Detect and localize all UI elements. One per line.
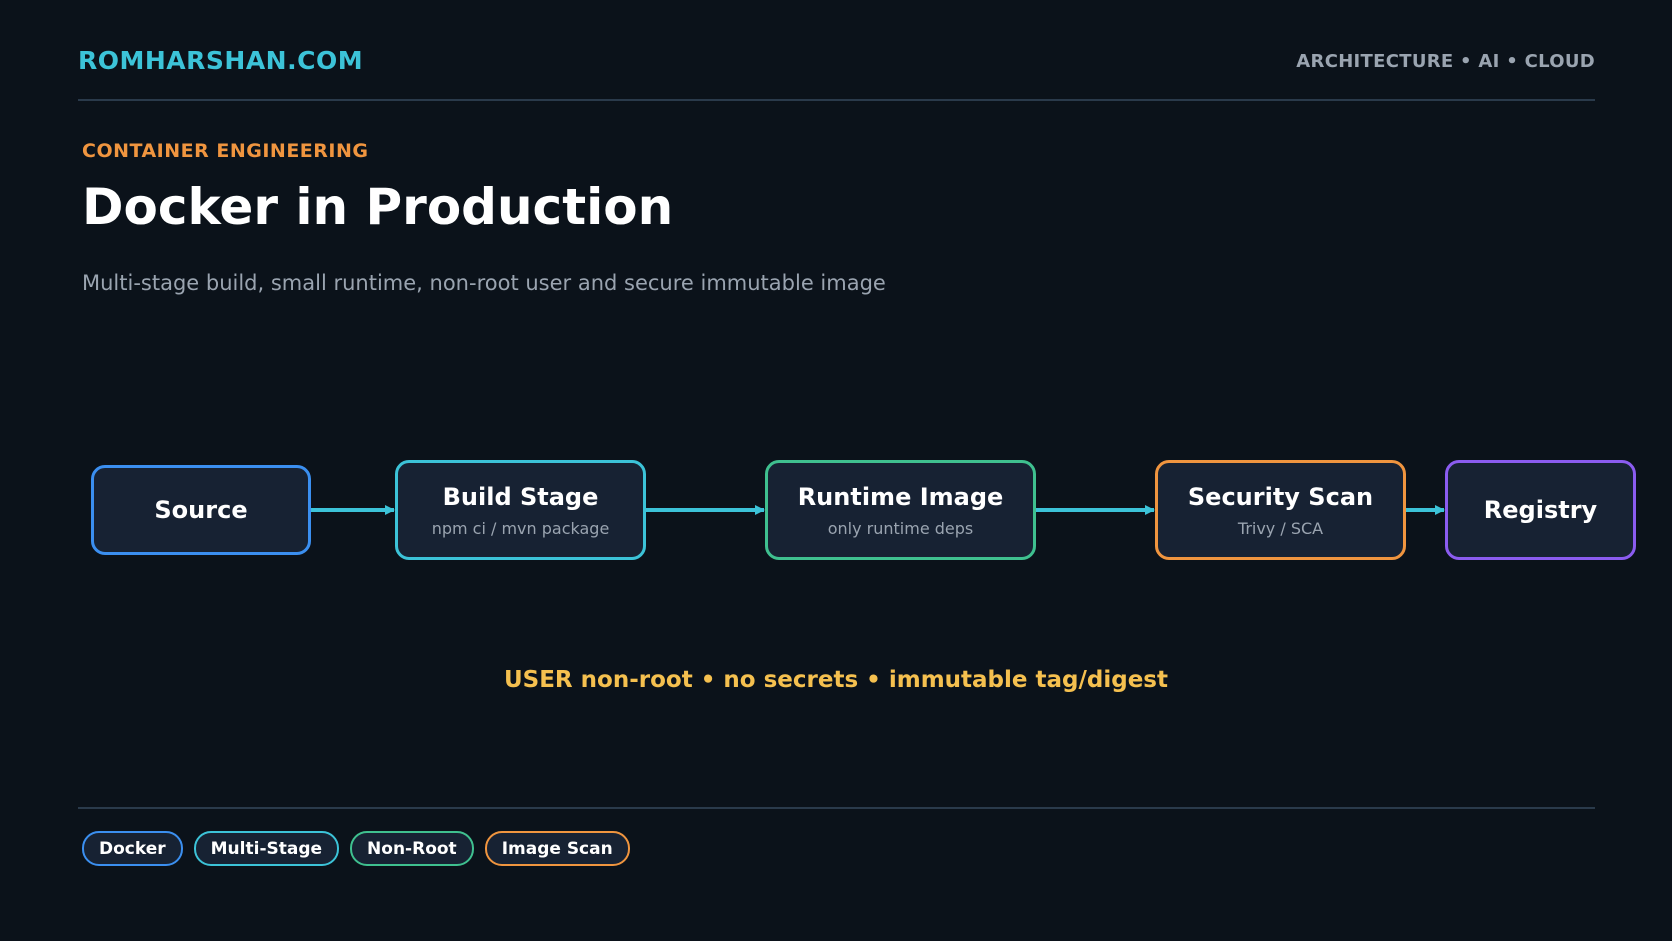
section-kicker: CONTAINER ENGINEERING [82, 140, 369, 162]
pipeline-node-registry: Registry [1445, 460, 1636, 560]
footer-divider [78, 807, 1595, 809]
tag-chip-multi-stage[interactable]: Multi-Stage [193, 831, 340, 866]
pipeline-node-runtime-image: Runtime Image only runtime deps [765, 460, 1036, 560]
topics-label: ARCHITECTURE • AI • CLOUD [1296, 51, 1595, 72]
tag-chip-non-root[interactable]: Non-Root [350, 831, 474, 866]
pipeline-node-source: Source [91, 465, 311, 555]
pipeline-node-caption: npm ci / mvn package [431, 518, 610, 538]
slide: ROMHARSHAN.COM ARCHITECTURE • AI • CLOUD… [0, 0, 1672, 941]
pipeline-node-caption: Trivy / SCA [1237, 518, 1324, 538]
page-subtitle: Multi-stage build, small runtime, non-ro… [82, 271, 886, 295]
header-divider [78, 99, 1595, 101]
pipeline-node-label: Runtime Image [797, 482, 1004, 511]
pipeline-node-caption: only runtime deps [827, 518, 974, 538]
page-title: Docker in Production [82, 178, 674, 236]
pipeline-node-security-scan: Security Scan Trivy / SCA [1155, 460, 1406, 560]
brand-title[interactable]: ROMHARSHAN.COM [78, 46, 363, 75]
pipeline-node-build-stage: Build Stage npm ci / mvn package [395, 460, 646, 560]
pipeline-node-label: Registry [1483, 496, 1598, 524]
tag-chip-docker[interactable]: Docker [82, 831, 183, 866]
pipeline-node-label: Source [154, 496, 248, 524]
pipeline-node-label: Build Stage [442, 482, 599, 511]
security-tagline: USER non-root • no secrets • immutable t… [503, 667, 1168, 693]
pipeline-node-label: Security Scan [1187, 482, 1374, 511]
tag-chip-list: Docker Multi-Stage Non-Root Image Scan [82, 831, 630, 866]
tag-chip-image-scan[interactable]: Image Scan [484, 831, 630, 866]
